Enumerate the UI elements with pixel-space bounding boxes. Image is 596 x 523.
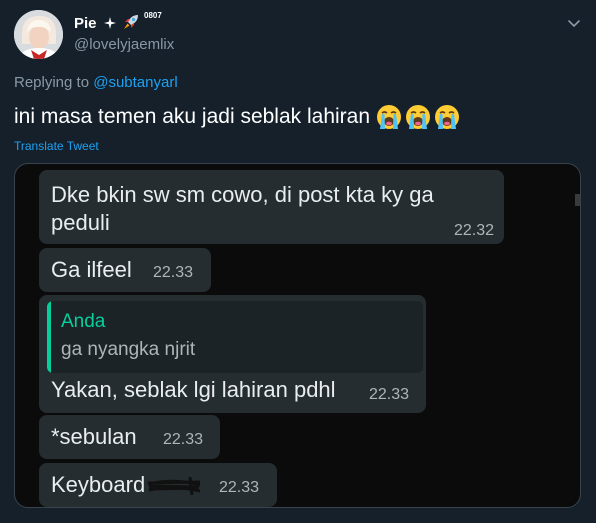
message-text: peduli bbox=[51, 210, 110, 235]
message-text: *sebulan bbox=[51, 424, 137, 449]
message-time: 22.32 bbox=[453, 222, 494, 239]
chat-bubble: Anda ga nyangka njrit Yakan, seblak lgi … bbox=[39, 295, 426, 413]
translate-tweet-link[interactable]: Translate Tweet bbox=[14, 139, 99, 153]
chat-bubble: *sebulan 22.33 bbox=[39, 415, 220, 459]
message-text: Dke bkin sw sm cowo, di post kta ky ga bbox=[51, 182, 434, 207]
chat-bubble: Ga ilfeel 22.33 bbox=[39, 248, 211, 292]
quote-accent-bar bbox=[47, 301, 51, 373]
quote-text: ga nyangka njrit bbox=[61, 339, 196, 360]
user-handle[interactable]: @lovelyjaemlix bbox=[74, 36, 174, 53]
redaction-scribble bbox=[147, 476, 201, 496]
chat-bubble: Dke bkin sw sm cowo, di post kta ky ga p… bbox=[39, 170, 504, 244]
chat-scrollbar bbox=[575, 194, 580, 206]
quoted-message[interactable]: Anda ga nyangka njrit bbox=[47, 301, 423, 373]
loudly-crying-face-icon bbox=[435, 105, 460, 129]
emoji-group bbox=[376, 104, 463, 130]
rocket-icon bbox=[123, 14, 139, 34]
reply-mention-link[interactable]: @subtanyarl bbox=[93, 74, 177, 91]
tweet-media-image[interactable]: Dke bkin sw sm cowo, di post kta ky ga p… bbox=[14, 163, 581, 508]
display-name[interactable]: Pie 0807 bbox=[74, 11, 162, 34]
tweet-body: ini masa temen aku jadi seblak lahiran bbox=[14, 105, 371, 128]
message-text: Keyboard bbox=[51, 472, 146, 497]
display-name-text: Pie bbox=[74, 14, 97, 32]
sparkle-icon bbox=[103, 16, 116, 33]
avatar[interactable] bbox=[14, 10, 63, 59]
loudly-crying-face-icon bbox=[377, 105, 402, 129]
message-time: 22.33 bbox=[369, 386, 410, 403]
replying-to: Replying to @subtanyarl bbox=[14, 74, 178, 91]
message-time: 22.33 bbox=[219, 479, 260, 496]
loudly-crying-face-icon bbox=[406, 105, 431, 129]
chat-bubble: Keyboard 22.33 bbox=[39, 463, 277, 507]
tweet-text: ini masa temen aku jadi seblak lahiran bbox=[14, 104, 463, 130]
replying-prefix: Replying to bbox=[14, 74, 94, 91]
tweet: Pie 0807 @lovelyjaemlix Replying to @sub… bbox=[0, 0, 596, 523]
chevron-down-icon[interactable] bbox=[566, 15, 582, 31]
message-time: 22.33 bbox=[153, 264, 194, 281]
name-badge: 0807 bbox=[144, 11, 162, 20]
message-text: Yakan, seblak lgi lahiran pdhl bbox=[51, 377, 336, 402]
quote-author: Anda bbox=[61, 311, 106, 332]
message-time: 22.33 bbox=[163, 431, 204, 448]
message-text: Ga ilfeel bbox=[51, 257, 132, 282]
